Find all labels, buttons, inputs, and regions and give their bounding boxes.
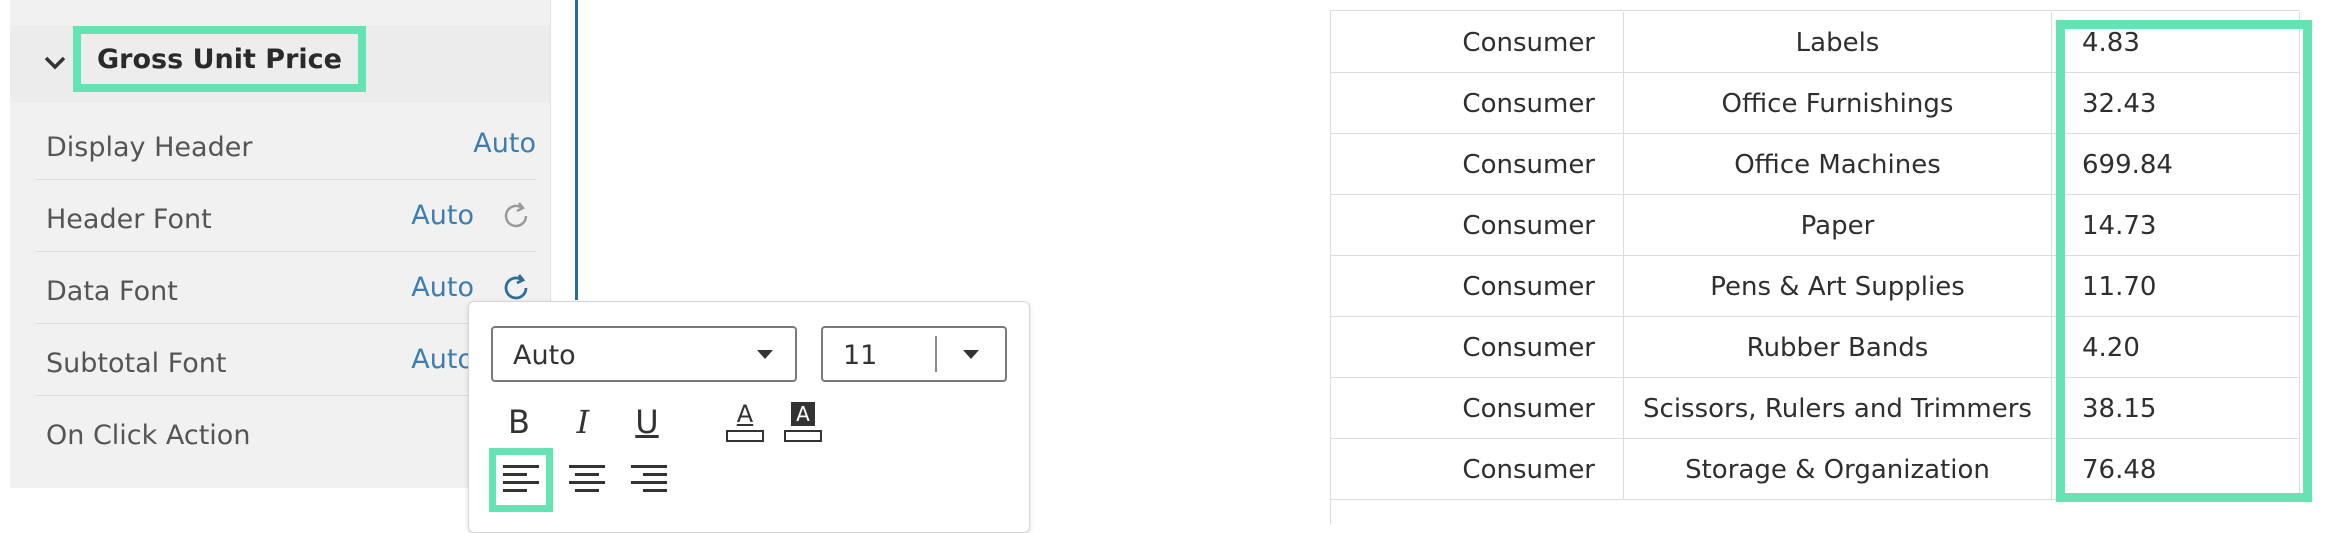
font-family-select[interactable]: Auto: [491, 326, 797, 382]
property-row-header-font[interactable]: Header Font Auto: [36, 180, 536, 252]
subcategory-cell: Labels: [1624, 12, 2052, 73]
align-center-icon: [569, 465, 605, 492]
italic-button[interactable]: I: [555, 394, 611, 450]
background-color-icon: A: [791, 402, 815, 426]
gross-unit-price-cell: 4.83: [2052, 12, 2300, 73]
align-right-icon: [631, 465, 667, 492]
property-row-data-font[interactable]: Data Font Auto: [36, 252, 536, 324]
text-color-button[interactable]: A: [717, 394, 773, 450]
segment-cell: Consumer: [1330, 317, 1624, 378]
segment-cell: Consumer: [1330, 134, 1624, 195]
underline-button[interactable]: U: [619, 394, 675, 450]
reset-icon[interactable]: [500, 272, 532, 304]
property-row-display-header[interactable]: Display Header Auto: [36, 108, 536, 180]
table-row[interactable]: Consumer Labels 4.83: [1330, 12, 2300, 73]
subcategory-cell: Office Furnishings: [1624, 73, 2052, 134]
property-row-on-click-action[interactable]: On Click Action: [36, 396, 536, 468]
subcategory-cell: Pens & Art Supplies: [1624, 256, 2052, 317]
table-row[interactable]: Consumer Pens & Art Supplies 11.70: [1330, 256, 2300, 317]
align-center-button[interactable]: [559, 452, 615, 508]
font-size-select[interactable]: 11: [821, 326, 1007, 382]
table-row[interactable]: Consumer Storage & Organization 76.48: [1330, 439, 2300, 500]
table-row[interactable]: Consumer Office Machines 699.84: [1330, 134, 2300, 195]
panel-divider: [575, 0, 578, 300]
property-label: On Click Action: [46, 420, 251, 451]
subcategory-cell: Storage & Organization: [1624, 439, 2052, 500]
subcategory-cell: Rubber Bands: [1624, 317, 2052, 378]
subcategory-cell: Paper: [1624, 195, 2052, 256]
property-value-link[interactable]: Auto: [411, 344, 474, 375]
gross-unit-price-cell: 4.20: [2052, 317, 2300, 378]
gross-unit-price-cell: 699.84: [2052, 134, 2300, 195]
segment-cell: Consumer: [1330, 439, 1624, 500]
segment-cell: Consumer: [1330, 73, 1624, 134]
chevron-down-icon[interactable]: [40, 48, 70, 78]
caret-down-icon[interactable]: [963, 350, 979, 360]
italic-icon: I: [576, 403, 590, 441]
property-value-link[interactable]: Auto: [473, 128, 536, 159]
color-swatch: [784, 430, 822, 442]
subcategory-cell: Scissors, Rulers and Trimmers: [1624, 378, 2052, 439]
segment-cell: Consumer: [1330, 12, 1624, 73]
font-settings-popup: Auto 11 B I U A A: [468, 301, 1030, 533]
caret-down-icon: [757, 350, 773, 359]
underline-icon: U: [635, 403, 659, 441]
font-size-value: 11: [843, 340, 878, 371]
section-title-label: Gross Unit Price: [97, 43, 342, 75]
property-value-link[interactable]: Auto: [411, 272, 474, 303]
reset-icon[interactable]: [500, 200, 532, 232]
table-row[interactable]: Consumer Paper 14.73: [1330, 195, 2300, 256]
property-label: Display Header: [46, 132, 253, 163]
section-title: Gross Unit Price: [73, 26, 366, 92]
align-left-button[interactable]: [489, 448, 553, 512]
segment-cell: Consumer: [1330, 378, 1624, 439]
select-divider: [935, 336, 937, 372]
gross-unit-price-cell: 76.48: [2052, 439, 2300, 500]
property-label: Header Font: [46, 204, 212, 235]
table-border: [1330, 10, 2300, 11]
text-color-icon: A: [736, 400, 754, 428]
property-value-link[interactable]: Auto: [411, 200, 474, 231]
property-label: Subtotal Font: [46, 348, 227, 379]
gross-unit-price-cell: 38.15: [2052, 378, 2300, 439]
section-header[interactable]: Gross Unit Price: [10, 26, 550, 102]
table-row[interactable]: Consumer Scissors, Rulers and Trimmers 3…: [1330, 378, 2300, 439]
bold-icon: B: [508, 403, 530, 441]
subcategory-cell: Office Machines: [1624, 134, 2052, 195]
segment-cell: Consumer: [1330, 195, 1624, 256]
align-right-button[interactable]: [621, 452, 677, 508]
gross-unit-price-cell: 14.73: [2052, 195, 2300, 256]
font-family-value: Auto: [513, 340, 576, 371]
property-row-subtotal-font[interactable]: Subtotal Font Auto: [36, 324, 536, 396]
segment-cell: Consumer: [1330, 256, 1624, 317]
table-row[interactable]: Consumer Office Furnishings 32.43: [1330, 73, 2300, 134]
bold-button[interactable]: B: [491, 394, 547, 450]
background-color-button[interactable]: A: [775, 394, 831, 450]
data-table: Consumer Labels 4.83 Consumer Office Fur…: [1330, 0, 2340, 524]
table-row[interactable]: Consumer Rubber Bands 4.20: [1330, 317, 2300, 378]
color-swatch: [726, 430, 764, 442]
gross-unit-price-cell: 32.43: [2052, 73, 2300, 134]
align-left-icon: [503, 465, 539, 492]
gross-unit-price-cell: 11.70: [2052, 256, 2300, 317]
property-label: Data Font: [46, 276, 178, 307]
